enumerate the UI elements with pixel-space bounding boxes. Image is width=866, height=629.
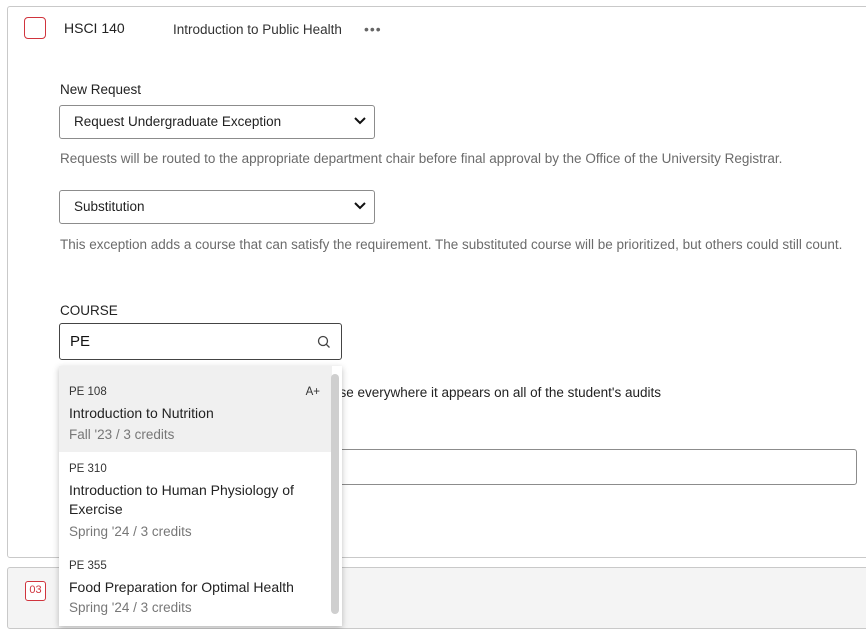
course-option-name: Food Preparation for Optimal Health	[69, 579, 294, 595]
course-option-code: PE 355	[69, 560, 107, 572]
request-type-select[interactable]: Request Undergraduate Exception	[59, 105, 375, 139]
course-search-value: PE	[70, 333, 91, 350]
course-option-code: PE 310	[69, 463, 107, 475]
course-code: HSCI 140	[64, 20, 125, 36]
course-option-name: Introduction to Human Physiology of Exer…	[69, 482, 294, 517]
requirement-checkbox[interactable]	[24, 17, 46, 39]
course-option-name: Introduction to Nutrition	[69, 405, 214, 421]
course-option-meta: Spring '24 / 3 credits	[69, 524, 192, 539]
course-option[interactable]: PE 310 Introduction to Human Physiology …	[59, 452, 332, 554]
chevron-down-icon	[354, 117, 366, 125]
search-icon	[317, 335, 330, 348]
exception-type-value: Substitution	[74, 199, 145, 214]
course-option-grade: A+	[305, 386, 320, 398]
course-option-code: PE 108	[69, 386, 107, 398]
request-type-value: Request Undergraduate Exception	[74, 114, 282, 129]
chevron-down-icon	[354, 202, 366, 210]
new-request-label: New Request	[60, 82, 142, 97]
course-option-meta: Spring '24 / 3 credits	[69, 600, 192, 615]
dropdown-scrollbar[interactable]	[331, 374, 339, 614]
apply-everywhere-text: rse everywhere it appears on all of the …	[335, 385, 662, 400]
course-search-input[interactable]: PE	[59, 323, 342, 360]
exception-help-text: This exception adds a course that can sa…	[60, 237, 843, 252]
more-options-icon[interactable]: •••	[364, 21, 382, 37]
note-input[interactable]	[332, 449, 857, 485]
course-results-dropdown: PE 108 A+ Introduction to Nutrition Fall…	[59, 366, 342, 626]
exception-type-select[interactable]: Substitution	[59, 190, 375, 224]
course-option[interactable]: PE 108 A+ Introduction to Nutrition Fall…	[59, 366, 332, 452]
course-title: Introduction to Public Health	[173, 22, 342, 37]
course-label: COURSE	[60, 303, 118, 318]
course-option[interactable]: PE 355 Food Preparation for Optimal Heal…	[59, 554, 332, 626]
requirement-number-badge: 03	[25, 581, 46, 601]
course-option-meta: Fall '23 / 3 credits	[69, 427, 175, 442]
routing-help-text: Requests will be routed to the appropria…	[60, 151, 783, 166]
